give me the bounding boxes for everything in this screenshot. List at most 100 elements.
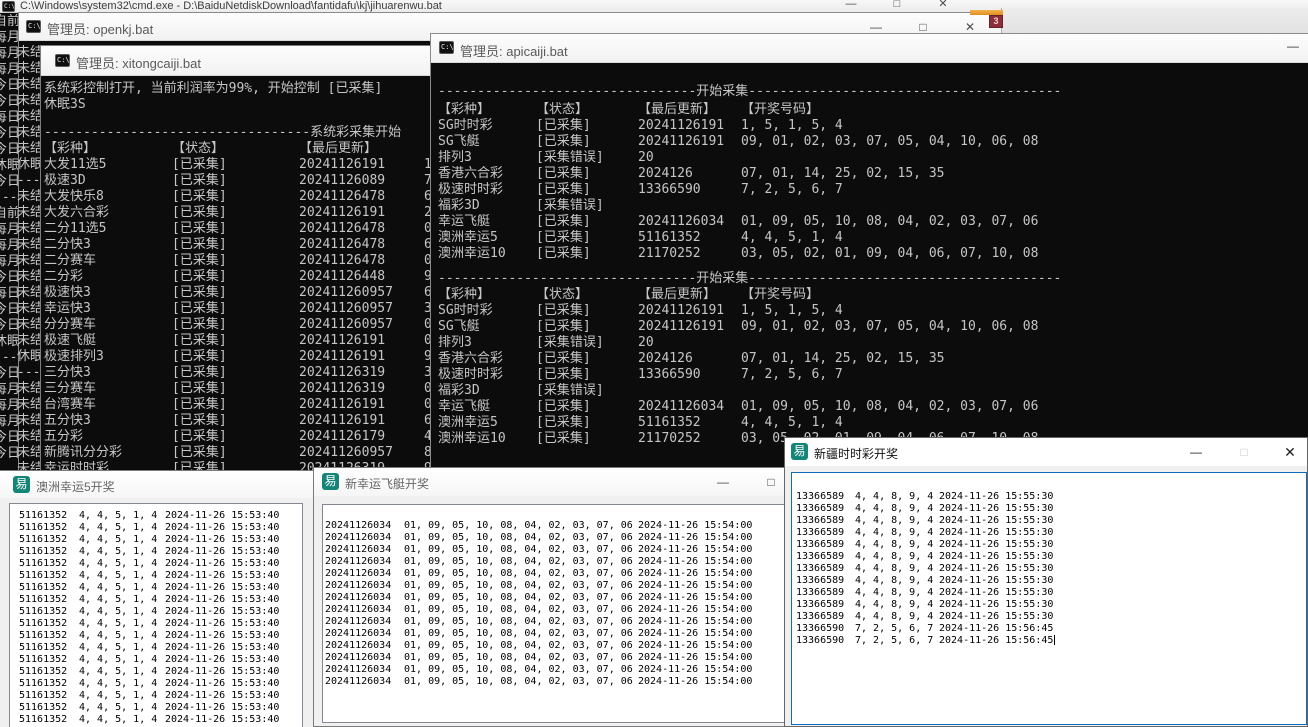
status-cell: [已采集] xyxy=(172,205,299,221)
lottery-cell: 幸运快3 xyxy=(44,301,172,317)
sleep-status-line: 休眠3S xyxy=(44,97,86,113)
issue-cell: 20241126034 xyxy=(325,664,404,676)
numbers-cell: 4, 4, 8, 9, 4 xyxy=(855,515,939,527)
feiting-titlebar[interactable]: 易 新幸运飞艇开奖 — □ xyxy=(314,468,804,496)
lottery-cell: 分分赛车 xyxy=(44,317,172,333)
status-cell: [已采集] xyxy=(172,333,299,349)
updated-cell: 20241126034 xyxy=(638,399,741,415)
section-label: 开始采集 xyxy=(696,84,748,99)
issue-cell: 20241126034 xyxy=(325,568,404,580)
numbers-cell: 01, 09, 05, 10, 08, 04, 02, 03, 07, 06 xyxy=(404,652,638,664)
status-cell: [已采集] xyxy=(536,214,638,230)
numbers-cell: 01, 09, 05, 10, 08, 04, 02, 03, 07, 06 xyxy=(404,640,638,652)
console-text-fragment: 每日 xyxy=(0,110,18,126)
issue-cell: 51161352 xyxy=(19,630,79,642)
minimize-icon[interactable]: — xyxy=(712,473,734,491)
status-cell: [已采集] xyxy=(172,317,299,333)
list-row: 2024112603401, 09, 05, 10, 08, 04, 02, 0… xyxy=(325,592,796,604)
lottery-cell: 排列3 xyxy=(438,150,536,166)
time-cell: 2024-11-26 15:53:40 xyxy=(165,678,279,690)
time-cell: 2024-11-26 15:53:40 xyxy=(165,666,279,678)
list-row: 2024112603401, 09, 05, 10, 08, 04, 02, 0… xyxy=(325,520,796,532)
lottery-cell: 极速排列3 xyxy=(44,349,172,365)
maximize-icon[interactable]: □ xyxy=(1233,443,1255,461)
time-cell: 2024-11-26 15:55:30 xyxy=(939,503,1053,515)
numbers-cell: 4, 4, 5, 1, 4 xyxy=(79,714,165,726)
numbers-cell: 01, 09, 05, 10, 08, 04, 02, 03, 07, 06 xyxy=(404,568,638,580)
status-cell: [已采集] xyxy=(536,118,638,134)
list-row: 511613524, 4, 5, 1, 42024-11-26 15:53:40 xyxy=(19,534,302,546)
console-text-fragment: 今日 xyxy=(0,302,18,318)
list-row: 511613524, 4, 5, 1, 42024-11-26 15:53:40 xyxy=(19,558,302,570)
status-cell: [已采集] xyxy=(536,303,638,319)
desktop: C:\ C:\Windows\system32\cmd.exe - D:\Bai… xyxy=(0,0,1308,727)
feiting-result-list[interactable]: 2024112603401, 09, 05, 10, 08, 04, 02, 0… xyxy=(322,504,797,723)
app-icon: 易 xyxy=(791,443,808,460)
console-text-fragment: 每月 xyxy=(0,222,18,238)
updated-cell: 202411260957 xyxy=(299,317,424,333)
numbers-cell: 4, 4, 8, 9, 4 xyxy=(855,587,939,599)
time-cell: 2024-11-26 15:54:00 xyxy=(638,676,752,688)
issue-cell: 13366589 xyxy=(796,563,855,575)
minimize-icon[interactable]: — xyxy=(1282,37,1304,55)
table-row: 极速时时彩[已采集]133665907, 2, 5, 6, 7 xyxy=(438,182,1308,198)
section-divider: ---------------------------------开始采集---… xyxy=(438,271,1061,287)
close-icon[interactable]: ✕ xyxy=(1279,443,1301,461)
issue-cell: 51161352 xyxy=(19,582,79,594)
minimize-icon[interactable]: — xyxy=(1185,443,1207,461)
numbers-cell: 4, 4, 8, 9, 4 xyxy=(855,527,939,539)
list-row: 133665894, 4, 8, 9, 42024-11-26 15:55:30 xyxy=(796,515,1306,527)
window-xin-xingyun-feiting: 易 新幸运飞艇开奖 — □ 2024112603401, 09, 05, 10,… xyxy=(313,467,805,727)
list-row: 2024112603401, 09, 05, 10, 08, 04, 02, 0… xyxy=(325,652,796,664)
numbers-cell: 4, 4, 8, 9, 4 xyxy=(855,611,939,623)
numbers-cell: 4, 4, 8, 9, 4 xyxy=(855,599,939,611)
lottery-cell: 五分快3 xyxy=(44,413,172,429)
numbers-cell: 4, 4, 8, 9, 4 xyxy=(855,551,939,563)
numbers-cell: 4, 4, 5, 1, 4 xyxy=(79,606,165,618)
xinjiang-result-list[interactable]: 133665894, 4, 8, 9, 42024-11-26 15:55:30… xyxy=(791,472,1307,725)
updated-cell: 2024126 xyxy=(638,351,741,367)
list-row: 511613524, 4, 5, 1, 42024-11-26 15:53:40 xyxy=(19,702,302,714)
lottery-cell: 三分快3 xyxy=(44,365,172,381)
list-row: 2024112603401, 09, 05, 10, 08, 04, 02, 0… xyxy=(325,604,796,616)
status-cell: [已采集] xyxy=(172,285,299,301)
table-row: 澳洲幸运5[已采集]511613524, 4, 5, 1, 4 xyxy=(438,230,1308,246)
status-cell: [已采集] xyxy=(536,134,638,150)
xinjiang-title: 新疆时时彩开奖 xyxy=(814,445,898,462)
apicaiji-titlebar[interactable]: C:\ 管理员: apicaiji.bat — xyxy=(431,34,1308,63)
status-cell: [已采集] xyxy=(536,367,638,383)
issue-cell: 13366589 xyxy=(796,515,855,527)
app-icon: 易 xyxy=(13,476,30,493)
maximize-icon[interactable]: □ xyxy=(760,473,782,491)
issue-cell: 20241126034 xyxy=(325,592,404,604)
status-cell: [已采集] xyxy=(172,173,299,189)
maximize-icon[interactable]: □ xyxy=(886,0,908,11)
console-text-fragment: 今日 xyxy=(0,94,18,110)
lottery-cell: 澳洲幸运10 xyxy=(438,431,536,447)
console-text-fragment: 每月 xyxy=(0,382,18,398)
issue-cell: 13366590 xyxy=(796,623,855,635)
updated-cell: 20241126191 xyxy=(299,349,424,365)
updated-cell: 20241126191 xyxy=(299,205,424,221)
updated-cell: 13366590 xyxy=(638,182,741,198)
status-cell: [已采集] xyxy=(536,182,638,198)
time-cell: 2024-11-26 15:54:00 xyxy=(638,556,752,568)
list-row: 511613524, 4, 5, 1, 42024-11-26 15:53:40 xyxy=(19,546,302,558)
minimize-icon[interactable]: — xyxy=(840,0,862,11)
aozhou-result-list[interactable]: 511613524, 4, 5, 1, 42024-11-26 15:53:40… xyxy=(9,503,303,727)
time-cell: 2024-11-26 15:56:45 xyxy=(939,623,1053,635)
updated-cell: 20241126478 xyxy=(299,221,424,237)
aozhou-titlebar[interactable]: 易 澳洲幸运5开奖 xyxy=(0,471,313,498)
lottery-cell: 极速时时彩 xyxy=(438,182,536,198)
numbers-cell: 01, 09, 05, 10, 08, 04, 02, 03, 07, 06 xyxy=(404,520,638,532)
issue-cell: 13366589 xyxy=(796,539,855,551)
status-cell: [已采集] xyxy=(172,349,299,365)
updated-cell: 20241126319 xyxy=(299,365,424,381)
numbers-cell xyxy=(741,150,1308,166)
window-xinjiang-shishicai: 易 新疆时时彩开奖 — □ ✕ 133665894, 4, 8, 9, 4202… xyxy=(784,437,1308,727)
xinjiang-titlebar[interactable]: 易 新疆时时彩开奖 — □ ✕ xyxy=(785,438,1307,466)
table-row: 极速时时彩[已采集]133665907, 2, 5, 6, 7 xyxy=(438,367,1308,383)
numbers-cell: 4, 4, 5, 1, 4 xyxy=(79,534,165,546)
close-icon[interactable]: ✕ xyxy=(932,0,954,11)
section-divider: ----------------------------------系统彩采集开… xyxy=(44,125,401,141)
